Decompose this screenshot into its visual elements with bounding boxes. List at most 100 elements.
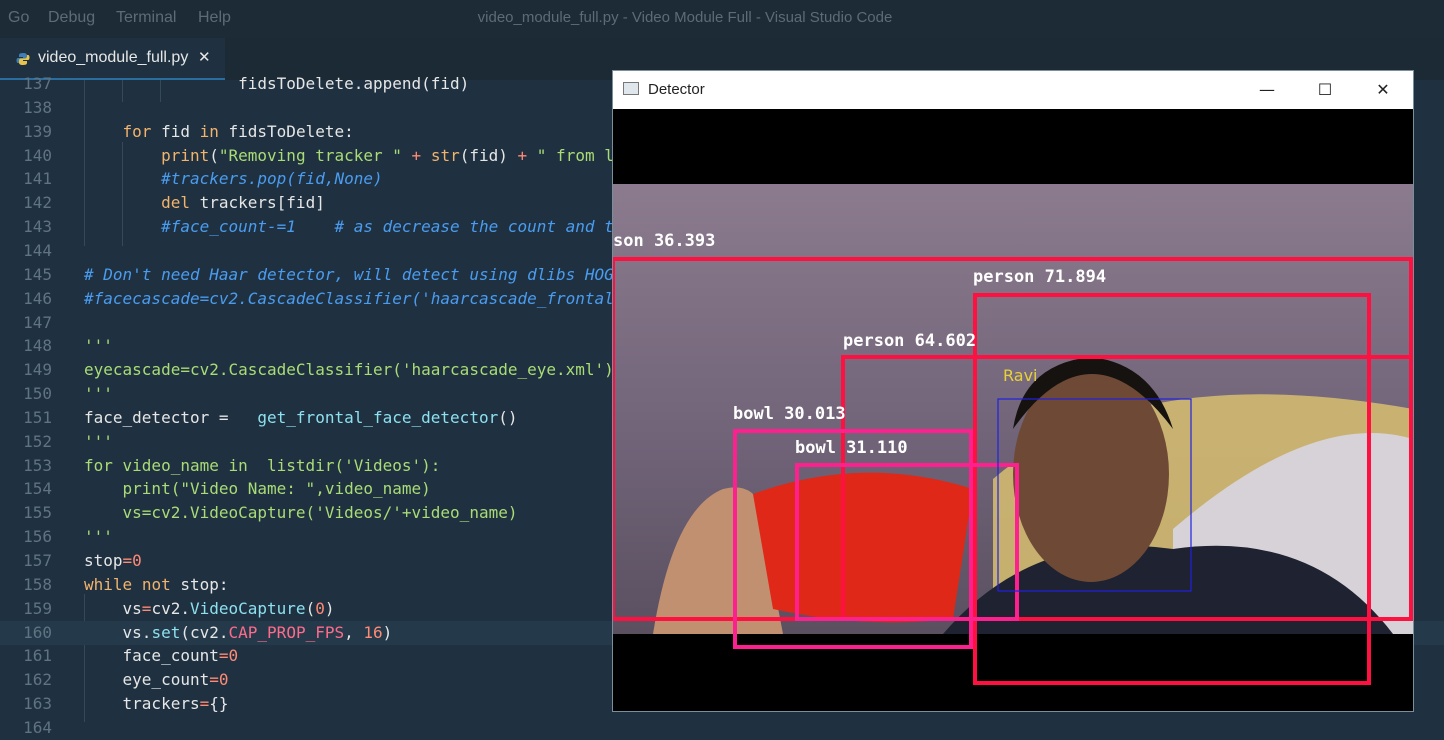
code-token: + <box>401 145 431 165</box>
code-token: () <box>498 407 518 427</box>
face-label: Ravi <box>1003 366 1037 385</box>
code-token: VideoCapture <box>189 598 306 618</box>
line-number: 154 <box>23 479 52 499</box>
code-token: while <box>84 574 133 594</box>
code-line[interactable]: 164 <box>0 716 1444 740</box>
code-text: fidsToDelete.append(fid) <box>84 72 469 96</box>
code-token: = <box>141 598 152 618</box>
window-app-icon <box>623 82 639 95</box>
code-token: , <box>344 622 364 642</box>
code-token: 0 <box>228 646 239 666</box>
line-number: 161 <box>23 646 52 666</box>
code-token: print("Video Name: ",video_name) <box>84 479 431 499</box>
code-text: # Don't need Haar detector, will detect … <box>84 263 614 287</box>
line-number: 146 <box>23 288 52 308</box>
line-number: 137 <box>23 74 52 93</box>
line-number: 150 <box>23 384 52 404</box>
line-number: 141 <box>23 169 52 189</box>
line-number: 148 <box>23 336 52 356</box>
code-token: {} <box>209 694 229 714</box>
code-token: trackers[fid] <box>189 193 325 213</box>
line-number: 142 <box>23 193 52 213</box>
code-token: set <box>151 622 181 642</box>
code-token: "Removing tracker " <box>218 145 402 165</box>
code-token: CAP_PROP_FPS <box>228 622 345 642</box>
code-token: ) <box>382 622 393 642</box>
close-icon[interactable]: ✕ <box>1369 79 1397 101</box>
code-text: eyecascade=cv2.CascadeClassifier('haarca… <box>84 358 614 382</box>
tab-label: video_module_full.py <box>38 49 189 66</box>
code-text: face_count=0 <box>84 644 239 668</box>
camera-frame-svg: son 36.393 person 71.894 person 64.602 b… <box>613 184 1413 685</box>
scene-bowl <box>753 472 973 623</box>
code-text: vs.set(cv2.CAP_PROP_FPS, 16) <box>84 621 393 645</box>
code-token: = <box>218 646 229 666</box>
line-number: 147 <box>23 312 52 332</box>
code-token: ( <box>305 598 316 618</box>
code-token: ''' <box>84 527 113 547</box>
code-token: fidsToDelete.append(fid) <box>84 74 470 93</box>
code-text: eye_count=0 <box>84 668 229 692</box>
code-token: 16 <box>363 622 383 642</box>
minimize-icon[interactable]: — <box>1253 79 1281 101</box>
code-token: # Don't need Haar detector, will detect … <box>84 264 614 284</box>
code-token: for video_name in listdir('Videos'): <box>84 455 441 475</box>
line-number: 138 <box>23 97 52 117</box>
code-token: for <box>122 121 152 141</box>
detector-titlebar[interactable]: Detector — ☐ ✕ <box>613 71 1413 109</box>
detection-label-bowl: bowl 31.110 <box>795 438 908 458</box>
code-text: ''' <box>84 525 113 549</box>
code-token: = <box>199 694 210 714</box>
code-token: ''' <box>84 384 113 404</box>
code-token: face_count <box>84 646 219 666</box>
code-text: vs=cv2.VideoCapture(0) <box>84 597 335 621</box>
close-icon[interactable]: ✕ <box>198 48 211 66</box>
line-number: 160 <box>23 622 52 642</box>
code-token: (fid) <box>459 145 518 165</box>
code-token: eyecascade=cv2.CascadeClassifier('haarca… <box>84 360 614 380</box>
maximize-icon[interactable]: ☐ <box>1311 79 1339 101</box>
detector-title: Detector <box>648 81 705 98</box>
code-token: ( <box>209 145 219 165</box>
code-token: #facecascade=cv2.CascadeClassifier('haar… <box>84 288 614 308</box>
code-text: del trackers[fid] <box>84 191 325 215</box>
code-token: vs. <box>84 622 152 642</box>
code-token: #trackers.pop(fid,None) <box>84 169 383 189</box>
code-token: cv2. <box>151 598 190 618</box>
code-token: trackers <box>84 694 200 714</box>
detection-label-person: person 64.602 <box>843 331 976 351</box>
code-token: fid <box>151 121 200 141</box>
code-text: #face_count-=1 # as decrease the count a… <box>84 215 614 239</box>
code-token: vs=cv2.VideoCapture('Videos/'+video_name… <box>84 503 518 523</box>
code-text: ''' <box>84 334 113 358</box>
line-number: 149 <box>23 360 52 380</box>
code-token: stop <box>84 551 123 570</box>
code-token: 0 <box>218 670 229 690</box>
code-text: for fid in fidsToDelete: <box>84 120 354 144</box>
code-text: ''' <box>84 430 113 454</box>
detector-window[interactable]: Detector — ☐ ✕ son 36.393 person 71.894 … <box>612 70 1414 712</box>
detection-label-bowl: bowl 30.013 <box>733 404 846 424</box>
line-number: 164 <box>23 717 52 737</box>
code-token: not <box>141 574 171 594</box>
line-number: 162 <box>23 670 52 690</box>
line-number: 159 <box>23 598 52 618</box>
detection-label-person: person 71.894 <box>973 267 1106 287</box>
code-token: del <box>161 193 190 213</box>
code-token: stop: <box>170 574 229 594</box>
code-token: get_frontal_face_detector <box>257 407 499 427</box>
code-token: face_detector = <box>84 407 258 427</box>
line-number: 157 <box>23 551 52 570</box>
code-text: #trackers.pop(fid,None) <box>84 167 383 191</box>
code-token: ) <box>324 598 335 618</box>
code-token: fidsToDelete: <box>218 121 354 141</box>
code-token: 0 <box>315 598 325 618</box>
code-text: ''' <box>84 382 113 406</box>
line-number: 140 <box>23 145 52 165</box>
code-token: (cv2. <box>180 622 229 642</box>
code-text: stop=0 <box>84 549 142 573</box>
